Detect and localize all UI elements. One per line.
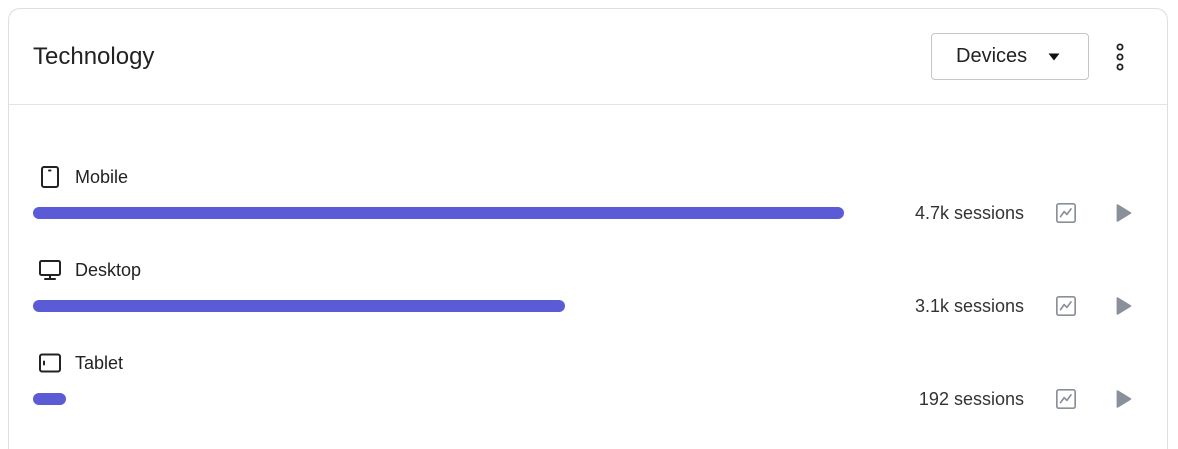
sessions-bar <box>33 393 844 405</box>
play-icon[interactable] <box>1112 388 1134 410</box>
technology-card: Technology Devices Mobile 4.7k sessions … <box>8 8 1168 449</box>
line-chart-icon[interactable] <box>1055 295 1077 317</box>
play-icon[interactable] <box>1112 202 1134 224</box>
device-row-mobile: Mobile 4.7k sessions <box>9 158 1167 238</box>
sessions-count: 3.1k sessions <box>914 296 1024 316</box>
device-label: Desktop <box>75 260 142 280</box>
device-row-desktop: Desktop 3.1k sessions <box>9 251 1167 331</box>
caret-down-icon <box>1048 53 1060 61</box>
device-row-tablet: Tablet 192 sessions <box>9 344 1167 424</box>
sessions-bar <box>33 300 844 312</box>
sessions-bar <box>33 207 844 219</box>
sessions-bar-fill <box>33 393 67 405</box>
device-label: Mobile <box>75 167 129 187</box>
kebab-menu-icon[interactable] <box>1114 43 1126 71</box>
sessions-bar-fill <box>33 300 566 312</box>
desktop-icon <box>38 258 62 282</box>
dropdown-selected-value: Devices <box>956 45 1028 67</box>
card-title: Technology <box>33 43 155 70</box>
sessions-count: 4.7k sessions <box>914 203 1024 223</box>
mobile-icon <box>38 165 62 189</box>
tablet-icon <box>38 351 62 375</box>
line-chart-icon[interactable] <box>1055 388 1077 410</box>
line-chart-icon[interactable] <box>1055 202 1077 224</box>
sessions-count: 192 sessions <box>918 389 1024 409</box>
devices-dropdown[interactable]: Devices <box>931 33 1089 80</box>
sessions-bar-fill <box>33 207 844 219</box>
card-header: Technology Devices <box>9 9 1167 105</box>
device-label: Tablet <box>75 353 124 373</box>
play-icon[interactable] <box>1112 295 1134 317</box>
